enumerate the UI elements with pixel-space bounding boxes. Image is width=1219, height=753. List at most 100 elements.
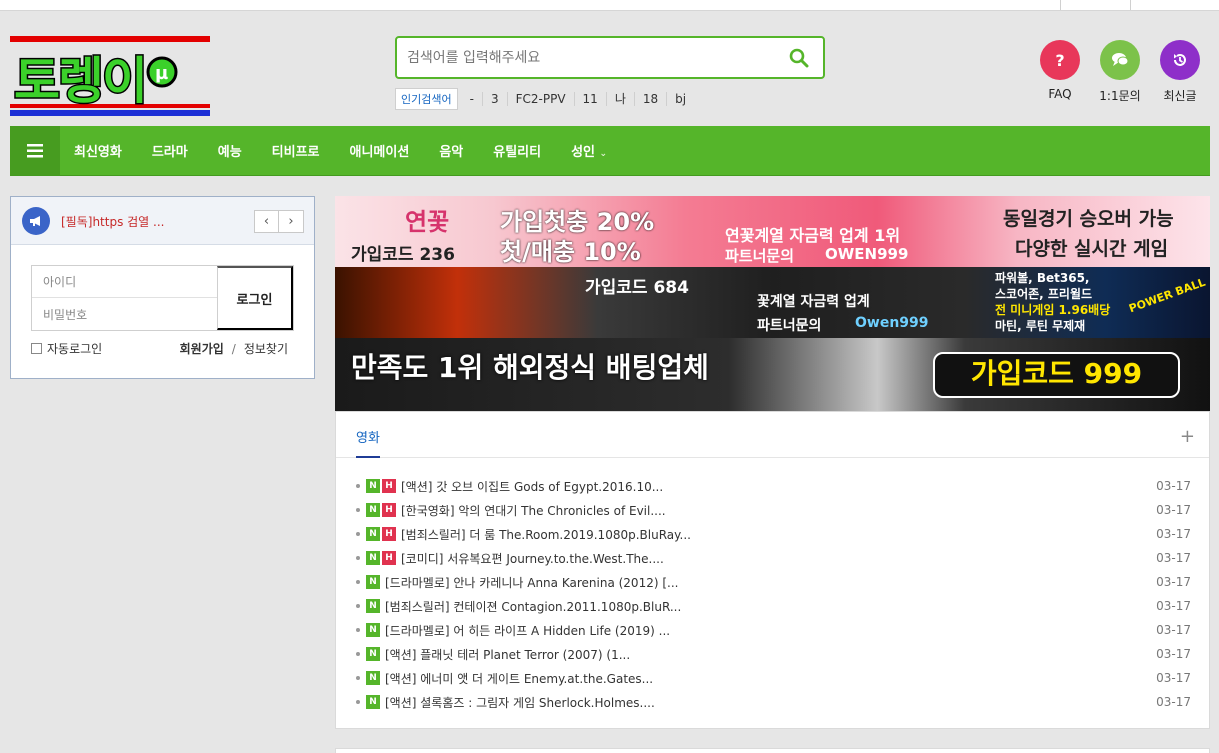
post-title[interactable]: [액션] 셜록홈즈 : 그림자 게임 Sherlock.Holmes.... (385, 694, 655, 711)
login-button[interactable]: 로그인 (217, 266, 293, 330)
new-badge: N (366, 647, 380, 661)
post-title[interactable]: [액션] 플래닛 테러 Planet Terror (2007) (1... (385, 646, 630, 663)
chevron-down-icon: ⌄ (599, 149, 608, 159)
post-title[interactable]: [코미디] 서유복요편 Journey.to.the.West.The.... (401, 550, 664, 567)
logo-image: 토렝이 µ (10, 36, 210, 116)
search-box (395, 36, 825, 79)
notice-bar: [필독]https 검열 ... ‹ › (11, 197, 314, 245)
banner-text: 스코어존, 프리윌드 (995, 287, 1093, 301)
hamburger-icon (27, 143, 43, 157)
post-title[interactable]: [범죄스릴러] 컨테이젼 Contagion.2011.1080p.BluR..… (385, 598, 681, 615)
faq-button[interactable]: ? FAQ (1035, 40, 1085, 101)
bullet (356, 676, 360, 680)
post-date: 03-17 (1156, 551, 1191, 565)
list-item[interactable]: N [액션] 에너미 앳 더 게이트 Enemy.at.the.Gates... 0… (356, 666, 1191, 690)
post-date: 03-17 (1156, 479, 1191, 493)
popular-keyword[interactable]: - (458, 92, 482, 106)
notice-next-button[interactable]: › (279, 210, 304, 233)
popular-keyword[interactable]: 나 (605, 92, 634, 106)
post-title[interactable]: [액션] 갓 오브 이집트 Gods of Egypt.2016.10... (401, 478, 663, 495)
faq-label: FAQ (1048, 87, 1072, 101)
megaphone-icon (22, 207, 50, 235)
bullet (356, 580, 360, 584)
banner-text: 연꽃계열 자금력 업계 1위 (725, 226, 901, 245)
list-item[interactable]: N [범죄스릴러] 컨테이젼 Contagion.2011.1080p.BluR.… (356, 594, 1191, 618)
banner-text: 동일경기 승오버 가능 (1003, 208, 1174, 230)
signup-link[interactable]: 회원가입 (180, 342, 224, 356)
banner-code: 가입코드 999 (933, 352, 1180, 398)
search-icon[interactable] (789, 48, 809, 68)
banner-text: 만족도 1위 해외정식 배팅업체 (351, 351, 709, 384)
new-badge: N (366, 479, 380, 493)
list-item[interactable]: N H [한국영화] 악의 연대기 The Chronicles of Evil..… (356, 498, 1191, 522)
popular-keyword[interactable]: 3 (481, 92, 507, 106)
tab-movies[interactable]: 영화 (356, 427, 380, 458)
auto-login[interactable]: 자동로그인 (31, 340, 102, 357)
list-item[interactable]: N H [범죄스릴러] 더 룸 The.Room.2019.1080p.BluRay… (356, 522, 1191, 546)
password-field[interactable] (32, 299, 218, 331)
post-title[interactable]: [드라마멜로] 안나 카레니나 Anna Karenina (2012) [..… (385, 574, 678, 591)
ad-banner[interactable]: 가입코드 684 꽃계열 자금력 업계 파트너문의 Owen999 파워볼, B… (335, 267, 1210, 338)
username-field[interactable] (32, 266, 218, 298)
more-button[interactable]: + (1180, 426, 1195, 447)
nav-item-adult[interactable]: 성인 ⌄ (556, 141, 622, 160)
find-account-link[interactable]: 정보찾기 (244, 342, 288, 356)
menu-button[interactable] (10, 126, 60, 175)
ad-banner[interactable]: 연꽃 가입코드 236 가입첫충 20% 첫/매충 10% 연꽃계열 자금력 업… (335, 196, 1210, 267)
auto-login-checkbox[interactable] (31, 343, 42, 354)
top-utility-bar (0, 0, 1219, 11)
banner-text: 마틴, 루틴 무제재 (995, 319, 1086, 333)
sidebar-login-panel: [필독]https 검열 ... ‹ › 로그인 자동로그인 회원가입 / 정보찾기 (10, 196, 315, 379)
movie-panel: 영화 + N H [액션] 갓 오브 이집트 Gods of Egypt.2016.… (335, 411, 1210, 729)
banner-text: 첫/매충 10% (500, 238, 641, 266)
popular-keywords-label: 인기검색어 (395, 88, 458, 110)
nav-item-utility[interactable]: 유틸리티 (478, 141, 556, 160)
account-links: 회원가입 / 정보찾기 (180, 340, 288, 357)
nav-item-variety[interactable]: 예능 (203, 141, 257, 160)
post-date: 03-17 (1156, 527, 1191, 541)
bullet (356, 628, 360, 632)
popular-keyword[interactable]: FC2-PPV (506, 92, 574, 106)
post-title[interactable]: [액션] 에너미 앳 더 게이트 Enemy.at.the.Gates... (385, 670, 653, 687)
new-badge: N (366, 599, 380, 613)
search-input[interactable] (407, 38, 767, 77)
list-item[interactable]: N [액션] 셜록홈즈 : 그림자 게임 Sherlock.Holmes.... 0… (356, 690, 1191, 714)
nav-item-tv[interactable]: 티비프로 (257, 141, 335, 160)
top-bar-divider (1060, 0, 1061, 10)
bullet (356, 652, 360, 656)
list-item[interactable]: N H [코미디] 서유복요편 Journey.to.the.West.The...… (356, 546, 1191, 570)
nav-item-music[interactable]: 음악 (424, 141, 478, 160)
chat-icon (1100, 40, 1140, 80)
post-title[interactable]: [한국영화] 악의 연대기 The Chronicles of Evil.... (401, 502, 666, 519)
ad-banners: 연꽃 가입코드 236 가입첫충 20% 첫/매충 10% 연꽃계열 자금력 업… (335, 196, 1210, 411)
new-badge: N (366, 551, 380, 565)
next-panel (335, 748, 1210, 753)
main-nav: 최신영화 드라마 예능 티비프로 애니메이션 음악 유틸리티 성인 ⌄ (10, 126, 1210, 176)
bullet (356, 508, 360, 512)
popular-keyword[interactable]: 18 (633, 92, 666, 106)
list-item[interactable]: N [액션] 플래닛 테러 Planet Terror (2007) (1... 0… (356, 642, 1191, 666)
inquiry-button[interactable]: 1:1문의 (1095, 40, 1145, 104)
hot-badge: H (382, 527, 396, 541)
nav-item-animation[interactable]: 애니메이션 (335, 141, 425, 160)
notice-prev-button[interactable]: ‹ (254, 210, 279, 233)
inquiry-label: 1:1문의 (1099, 89, 1141, 103)
notice-text[interactable]: [필독]https 검열 ... (61, 213, 164, 230)
latest-posts-button[interactable]: 최신글 (1155, 40, 1205, 104)
banner-text: OWEN999 (825, 245, 909, 263)
hot-badge: H (382, 551, 396, 565)
post-title[interactable]: [드라마멜로] 어 히든 라이프 A Hidden Life (2019) ..… (385, 622, 670, 639)
list-item[interactable]: N [드라마멜로] 어 히든 라이프 A Hidden Life (2019) .… (356, 618, 1191, 642)
banner-text: 파워볼, Bet365, (995, 271, 1090, 285)
popular-keyword[interactable]: 11 (573, 92, 606, 106)
post-title[interactable]: [범죄스릴러] 더 룸 The.Room.2019.1080p.BluRay..… (401, 526, 691, 543)
popular-keyword[interactable]: bj (666, 92, 694, 106)
nav-item-drama[interactable]: 드라마 (137, 141, 203, 160)
nav-item-latest-movies[interactable]: 최신영화 (60, 141, 137, 160)
ad-banner[interactable]: 만족도 1위 해외정식 배팅업체 가입코드 999 (335, 338, 1210, 411)
list-item[interactable]: N [드라마멜로] 안나 카레니나 Anna Karenina (2012) [.… (356, 570, 1191, 594)
list-item[interactable]: N H [액션] 갓 오브 이집트 Gods of Egypt.2016.10...… (356, 474, 1191, 498)
site-logo[interactable]: 토렝이 µ (10, 36, 210, 116)
post-date: 03-17 (1156, 647, 1191, 661)
banner-brand: 연꽃 (405, 207, 450, 236)
